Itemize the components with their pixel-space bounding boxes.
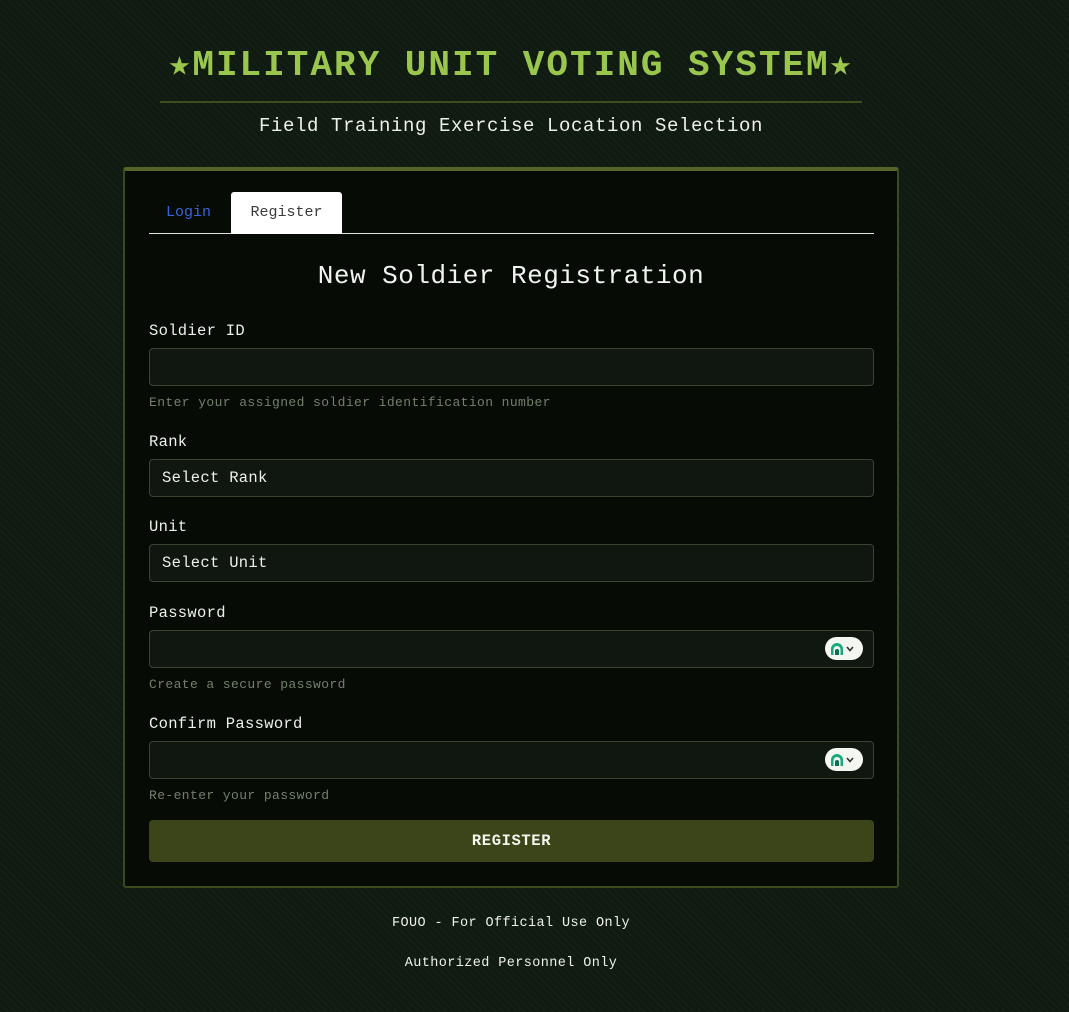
confirm-password-input[interactable] (149, 741, 874, 779)
page-subtitle: Field Training Exercise Location Selecti… (258, 115, 764, 137)
tab-login[interactable]: Login (149, 192, 228, 234)
rank-select[interactable]: Select Rank (149, 459, 874, 497)
soldier-id-label: Soldier ID (149, 322, 246, 340)
title-divider (160, 101, 862, 103)
form-title: New Soldier Registration (317, 261, 705, 291)
soldier-id-input[interactable] (149, 348, 874, 386)
footer-authorized: Authorized Personnel Only (404, 956, 618, 971)
password-manager-icon[interactable] (825, 637, 863, 660)
password-label: Password (149, 604, 226, 622)
password-manager-icon[interactable] (825, 748, 863, 771)
footer-classification: FOUO - For Official Use Only (391, 916, 631, 931)
password-input[interactable] (149, 630, 874, 668)
password-hint: Create a secure password (149, 677, 346, 692)
unit-label: Unit (149, 518, 188, 536)
tab-register[interactable]: Register (231, 192, 342, 234)
auth-tabs: Login Register (149, 192, 874, 234)
registration-card: Login Register New Soldier Registration … (123, 167, 899, 888)
unit-select[interactable]: Select Unit (149, 544, 874, 582)
confirm-password-label: Confirm Password (149, 715, 303, 733)
confirm-password-hint: Re-enter your password (149, 788, 330, 803)
soldier-id-hint: Enter your assigned soldier identificati… (149, 395, 551, 410)
rank-label: Rank (149, 433, 188, 451)
page-title: ★MILITARY UNIT VOTING SYSTEM★ (168, 45, 854, 86)
register-button[interactable]: REGISTER (149, 820, 874, 862)
